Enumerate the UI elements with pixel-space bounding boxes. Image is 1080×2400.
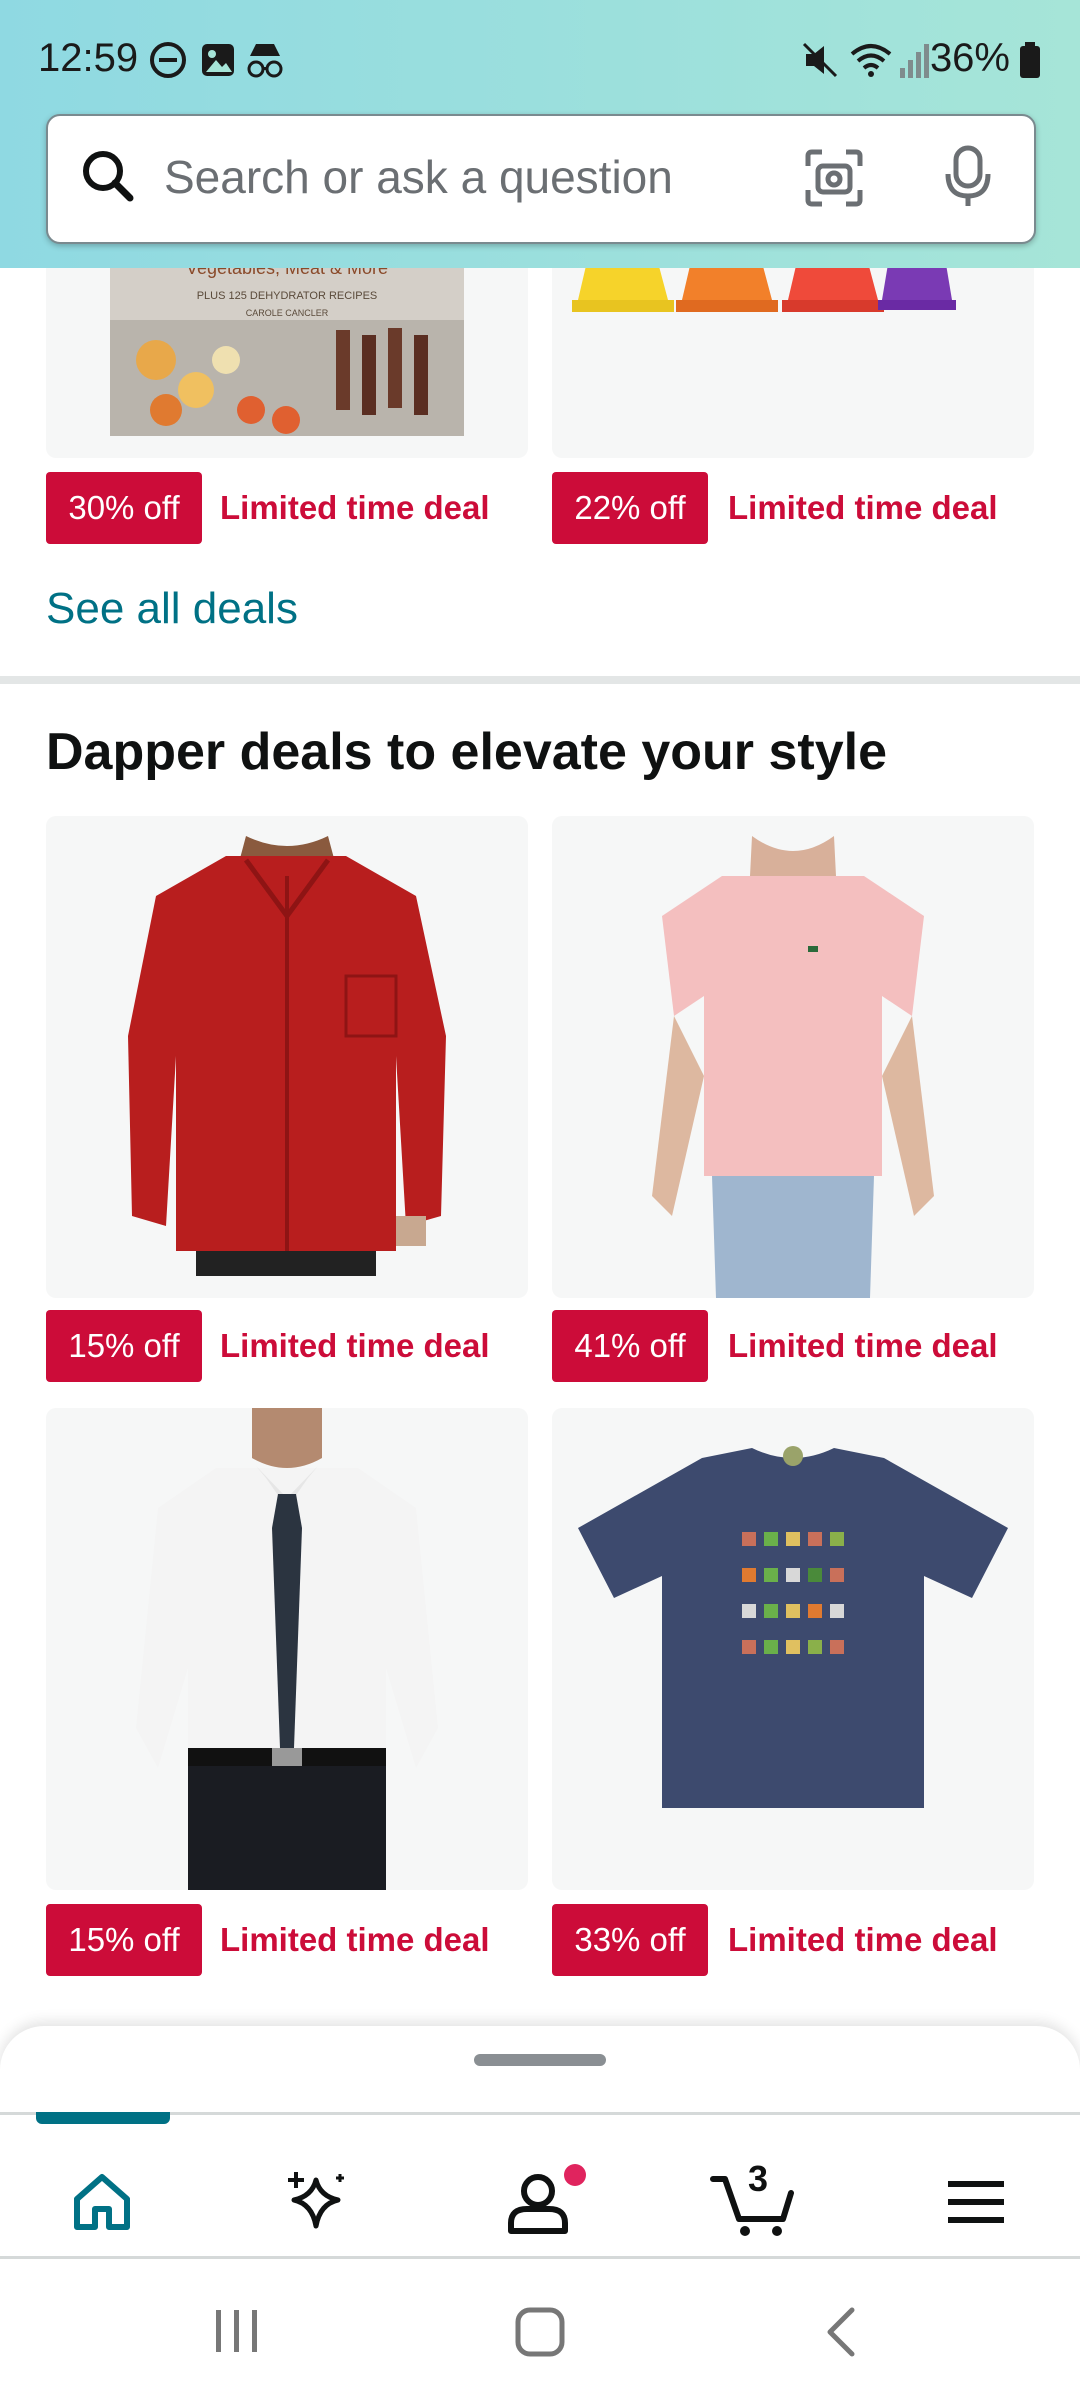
nav-cart[interactable]: 3 <box>694 2142 814 2262</box>
discount-badge: 30% off <box>46 472 202 544</box>
search-placeholder: Search or ask a question <box>164 151 673 203</box>
graphic-print <box>738 1528 848 1678</box>
wifi-icon <box>850 40 892 85</box>
nav-ai-assistant[interactable] <box>258 2142 378 2262</box>
deal-label: Limited time deal <box>220 1921 490 1958</box>
nav-bottom-divider <box>0 2256 1080 2259</box>
deal-label: Limited time deal <box>728 489 998 526</box>
incognito-icon <box>244 40 286 85</box>
active-tab-indicator <box>36 2112 170 2124</box>
discount-badge: 15% off <box>46 1904 202 1976</box>
status-time: 12:59 <box>38 36 139 80</box>
product-thumbnail-white-dress-shirt[interactable] <box>46 1408 528 1890</box>
deal-label: Limited time deal <box>220 489 490 526</box>
section-divider <box>0 676 1080 684</box>
signal-icon <box>898 40 932 85</box>
navy-graphic-tshirt-image <box>578 1446 1008 1808</box>
home-button-icon[interactable] <box>514 2306 566 2363</box>
product-thumbnail-red-shirt[interactable] <box>46 816 528 1298</box>
nav-home[interactable] <box>42 2142 162 2262</box>
hamburger-menu-icon <box>948 2181 1004 2223</box>
sparkle-icon <box>288 2172 344 2229</box>
home-icon <box>74 2174 130 2230</box>
status-bar: 12:59 36% <box>0 0 1080 124</box>
mute-icon <box>800 40 840 85</box>
dnd-icon <box>148 40 188 85</box>
app-header: 12:59 36% Search or ask a question <box>0 0 1080 268</box>
red-shirt-image <box>128 836 446 1276</box>
nav-menu[interactable] <box>916 2142 1036 2262</box>
system-navigation-bar <box>0 2260 1080 2400</box>
discount-badge: 22% off <box>552 472 708 544</box>
discount-badge: 15% off <box>46 1310 202 1382</box>
section-title: Dapper deals to elevate your style <box>46 723 888 781</box>
sheet-drag-handle[interactable] <box>474 2054 606 2066</box>
search-input[interactable]: Search or ask a question <box>46 114 1036 244</box>
pink-tshirt-image <box>652 836 934 1298</box>
discount-badge: 33% off <box>552 1904 708 1976</box>
product-thumbnail-pink-tshirt[interactable] <box>552 816 1034 1298</box>
book-author: CAROLE CANCLER <box>245 308 329 318</box>
book-subcaption: PLUS 125 DEHYDRATOR RECIPES <box>196 290 378 302</box>
notification-dot <box>564 2164 586 2186</box>
deal-label: Limited time deal <box>220 1327 490 1364</box>
camera-search-icon[interactable] <box>804 148 864 213</box>
discount-badge: 41% off <box>552 1310 708 1382</box>
see-all-deals-link[interactable]: See all deals <box>46 584 298 634</box>
battery-icon <box>1018 40 1042 85</box>
cart-count: 3 <box>748 2158 769 2199</box>
deal-label: Limited time deal <box>728 1921 998 1958</box>
search-icon <box>78 146 138 211</box>
product-thumbnail-navy-graphic-tshirt[interactable] <box>552 1408 1034 1890</box>
battery-percent: 36% <box>929 36 1010 80</box>
product-thumbnail-dehydrator-book[interactable]: Vegetables, Meat & More PLUS 125 DEHYDRA… <box>46 240 528 458</box>
white-dress-shirt-image <box>136 1408 438 1890</box>
microphone-icon[interactable] <box>940 144 996 215</box>
back-icon[interactable] <box>820 2306 860 2363</box>
colored-cones-image <box>572 240 956 312</box>
nav-account[interactable] <box>480 2142 600 2262</box>
recent-apps-icon[interactable] <box>212 2306 262 2361</box>
deal-label: Limited time deal <box>728 1327 998 1364</box>
gallery-icon <box>198 40 238 85</box>
product-thumbnail-colored-cones[interactable] <box>552 240 1034 458</box>
